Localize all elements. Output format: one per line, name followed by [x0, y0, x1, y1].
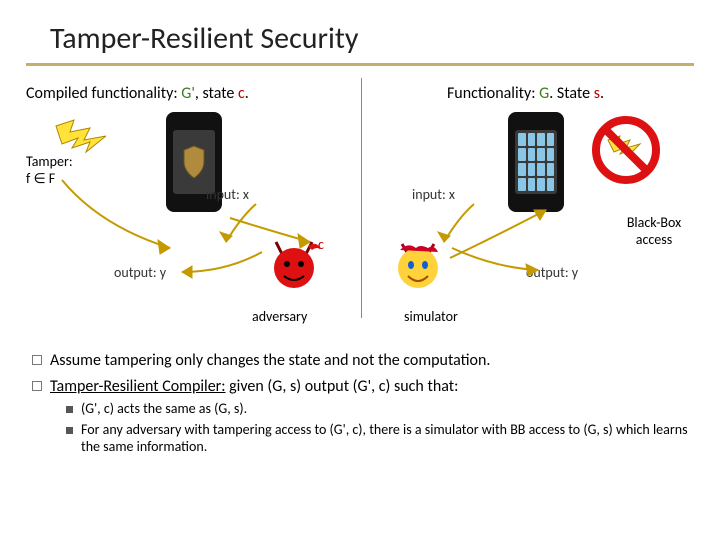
- input-x-left: input: x: [206, 186, 249, 203]
- adversary-label: adversary: [252, 308, 307, 325]
- bullet-2: Tamper-Resilient Compiler: given (G, s) …: [50, 377, 458, 396]
- bullet-list: Assume tampering only changes the state …: [26, 348, 694, 455]
- diagram-stage: Compiled functionality: G', state c. Fun…: [26, 84, 694, 344]
- input-x-right: input: x: [412, 186, 455, 203]
- blackbox-label: Black-Boxaccess: [614, 214, 694, 248]
- arrow-tamper-left: [40, 176, 180, 266]
- vertical-divider: [361, 78, 362, 318]
- no-tamper-icon: [588, 112, 664, 188]
- phone-right: [508, 112, 564, 212]
- shield-icon: [180, 144, 208, 180]
- output-y-left: output: y: [114, 264, 166, 281]
- bullet-1: Assume tampering only changes the state …: [50, 351, 490, 370]
- left-header: Compiled functionality: G', state c.: [26, 84, 249, 103]
- arrow-sim-output: [446, 240, 546, 280]
- simulator-label: simulator: [404, 308, 458, 325]
- slide-title: Tamper-Resilient Security: [26, 20, 694, 66]
- sub-bullet-2: For any adversary with tampering access …: [81, 421, 688, 455]
- simulator-icon: [390, 236, 446, 292]
- sub-bullet-1: (G', c) acts the same as (G, s).: [81, 400, 247, 417]
- adversary-icon: [266, 236, 322, 292]
- bolt-icon: [54, 118, 118, 158]
- right-header: Functionality: G. State s.: [447, 84, 604, 103]
